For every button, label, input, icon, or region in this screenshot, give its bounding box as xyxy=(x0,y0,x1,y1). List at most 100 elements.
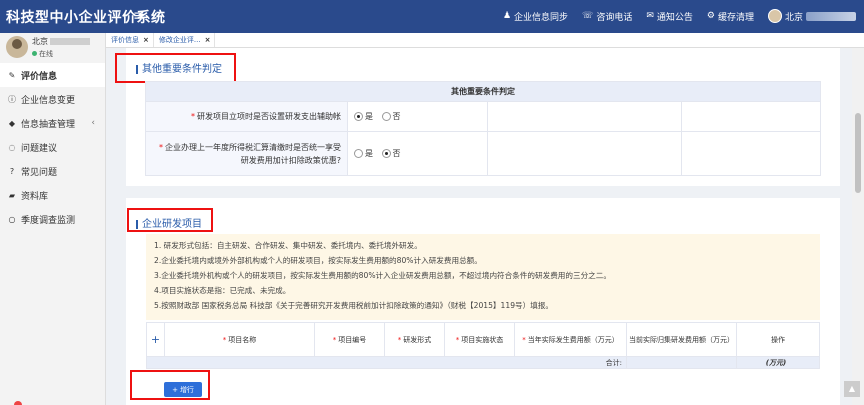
user-icon: ♟ xyxy=(502,11,512,21)
radio-checked-icon xyxy=(354,111,363,121)
phone-icon: ☏ xyxy=(582,11,594,21)
empty-cell xyxy=(681,101,821,132)
required-marker: * xyxy=(191,112,195,121)
col-status: * 项目实施状态 xyxy=(444,322,515,357)
tab-label: 评价信息 xyxy=(111,36,139,44)
notice-line: 4.项目实施状态是指：已完成、未完成。 xyxy=(154,286,291,295)
radio-label: 否 xyxy=(392,148,401,158)
nav-label: 咨询电话 xyxy=(596,12,633,23)
user-name: 北京 xyxy=(784,12,803,23)
question-text: 企业办理上一年度所得税汇算清缴时是否统一享受研发费用加计扣除政策优惠? xyxy=(165,142,341,165)
close-icon[interactable]: × xyxy=(143,33,149,47)
user-status: 在线 xyxy=(32,49,53,59)
column-label: 研发形式 xyxy=(403,335,432,344)
highlight-box xyxy=(127,208,213,232)
nav-label: 企业信息同步 xyxy=(514,12,569,23)
sidebar-item-suggestions[interactable]: ◌ 问题建议 xyxy=(0,135,105,159)
question-cell: * 研发项目立项时是否设置研发支出辅助帐 xyxy=(145,101,348,132)
user-name-text: 北京 xyxy=(32,37,48,46)
required-marker: * xyxy=(455,335,460,344)
sidebar-user-name: 北京 xyxy=(32,36,90,47)
notice-link[interactable]: ✉ 通知公告 xyxy=(646,10,693,23)
required-marker: * xyxy=(397,335,402,344)
rd-projects-panel: 企业研发项目 1. 研发形式包括：自主研发、合作研发、集中研发、委托境内、委托境… xyxy=(126,198,840,405)
online-dot-icon xyxy=(32,51,37,56)
notice-line: 3.企业委托境外机构或个人的研发项目，按实际发生费用额的80%计入企业研发费用总… xyxy=(154,271,611,280)
radio-checked-icon xyxy=(381,148,391,158)
sidebar-item-label: 季度调查监测 xyxy=(21,215,76,226)
column-label: 当年实际发生费用额（万元） xyxy=(527,335,619,344)
sidebar-item-spot-check[interactable]: ◆ 信息抽查管理 ‹ xyxy=(0,111,105,135)
column-label: 项目名称 xyxy=(228,335,257,344)
sync-company-info-link[interactable]: ♟ 企业信息同步 xyxy=(503,10,568,23)
projects-table: + * 项目名称 * 项目编号 * 研发形式 * 项目实施状态 * 当年实际发生费用额（万… xyxy=(146,322,820,369)
edit-icon: ✎ xyxy=(8,70,16,80)
main-content: 其他重要条件判定 其他重要条件判定 * 研发项目立项时是否设置研发支出辅助帐 是 … xyxy=(106,48,852,405)
add-icon[interactable]: + xyxy=(146,322,165,357)
chevron-left-icon[interactable]: ‹ xyxy=(91,118,95,128)
scrollbar[interactable] xyxy=(852,48,864,405)
radio-unchecked-icon xyxy=(381,111,391,121)
required-marker: * xyxy=(222,335,227,344)
sidebar-item-company-change[interactable]: ⓘ 企业信息变更 xyxy=(0,87,105,111)
info-icon: ⓘ xyxy=(8,94,16,104)
table-header-row: + * 项目名称 * 项目编号 * 研发形式 * 项目实施状态 * 当年实际发生费用额（万… xyxy=(146,322,820,357)
question-icon: ? xyxy=(9,166,15,176)
col-collected-cost: 当前实际归集研发费用额（万元） xyxy=(626,322,737,357)
radio-yes[interactable]: 是 xyxy=(354,111,373,122)
sidebar-item-evaluation[interactable]: ✎ 评价信息 xyxy=(0,63,105,87)
notice-line: 1. 研发形式包括：自主研发、合作研发、集中研发、委托境内、委托境外研发。 xyxy=(154,241,422,250)
notice-box: 1. 研发形式包括：自主研发、合作研发、集中研发、委托境内、委托境外研发。 2.… xyxy=(146,234,820,320)
sidebar: 北京 在线 ✎ 评价信息 ⓘ 企业信息变更 ◆ 信息抽查管理 ‹ ◌ 问题建议 ? 常见问… xyxy=(0,33,106,405)
other-conditions-panel: 其他重要条件判定 其他重要条件判定 * 研发项目立项时是否设置研发支出辅助帐 是 … xyxy=(115,48,840,186)
gear-icon: ⚙ xyxy=(706,11,715,21)
answer-cell: 是 否 xyxy=(347,131,488,176)
sidebar-item-faq[interactable]: ? 常见问题 xyxy=(0,159,105,183)
column-label: 项目编号 xyxy=(338,335,367,344)
tab-edit-evaluation[interactable]: 修改企业评... × xyxy=(154,33,216,47)
empty-cell xyxy=(487,131,682,176)
tab-bar: 评价信息 × 修改企业评... × xyxy=(106,33,864,48)
comment-icon: ◌ xyxy=(8,142,16,152)
top-nav: ♟ 企业信息同步 ☏ 咨询电话 ✉ 通知公告 ⚙ 缓存清理 北京 xyxy=(503,9,856,23)
scroll-top-button[interactable]: ▲ xyxy=(844,381,860,397)
unit-cell: (万元) xyxy=(736,356,820,369)
highlight-box xyxy=(130,370,210,400)
col-operation: 操作 xyxy=(736,322,820,357)
redacted-name xyxy=(806,11,856,21)
tab-evaluation[interactable]: 评价信息 × xyxy=(106,33,154,47)
tag-icon: ◆ xyxy=(8,118,16,128)
redacted-name xyxy=(50,38,90,45)
col-project-number: * 项目编号 xyxy=(314,322,385,357)
tab-label: 修改企业评... xyxy=(158,36,201,44)
radio-label: 是 xyxy=(365,148,373,158)
empty-cell xyxy=(487,101,682,132)
total-value-cell xyxy=(626,356,737,369)
highlight-box xyxy=(115,53,236,83)
radio-no[interactable]: 否 xyxy=(381,111,401,122)
consult-phone-link[interactable]: ☏ 咨询电话 xyxy=(582,10,632,23)
col-actual-cost: * 当年实际发生费用额（万元） xyxy=(514,322,627,357)
clear-cache-link[interactable]: ⚙ 缓存清理 xyxy=(707,10,754,23)
sidebar-item-library[interactable]: ▰ 资料库 xyxy=(0,183,105,207)
radio-unchecked-icon xyxy=(354,148,363,158)
question-cell: * 企业办理上一年度所得税汇算清缴时是否统一享受研发费用加计扣除政策优惠? xyxy=(145,131,348,176)
col-project-name: * 项目名称 xyxy=(164,322,315,357)
top-bar: 科技型中小企业评价系统 ≡ ♟ 企业信息同步 ☏ 咨询电话 ✉ 通知公告 ⚙ 缓… xyxy=(0,0,864,33)
close-icon[interactable]: × xyxy=(205,33,211,47)
radio-no[interactable]: 否 xyxy=(381,148,401,159)
answer-cell: 是 否 xyxy=(347,101,488,132)
status-text: 在线 xyxy=(39,50,53,58)
radio-yes[interactable]: 是 xyxy=(354,148,373,159)
table-row: * 研发项目立项时是否设置研发支出辅助帐 是 否 xyxy=(145,101,821,132)
required-marker: * xyxy=(159,142,163,152)
user-panel: 北京 在线 xyxy=(0,33,105,63)
sidebar-item-label: 常见问题 xyxy=(21,167,58,178)
scrollbar-thumb[interactable] xyxy=(855,113,861,193)
hamburger-icon[interactable]: ≡ xyxy=(133,8,145,24)
sidebar-item-quarterly-survey[interactable]: ○ 季度调查监测 xyxy=(0,207,105,231)
column-label: 项目实施状态 xyxy=(461,335,504,344)
notification-dot-icon xyxy=(14,401,22,405)
nav-label: 通知公告 xyxy=(656,12,693,23)
user-menu[interactable]: 北京 xyxy=(767,9,856,23)
